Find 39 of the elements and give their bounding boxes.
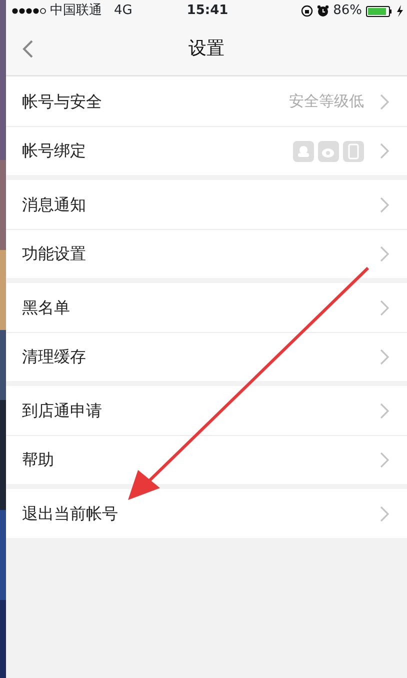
battery-icon xyxy=(366,6,392,16)
settings-row[interactable]: 功能设置 xyxy=(6,229,407,278)
settings-row[interactable]: 消息通知 xyxy=(6,180,407,229)
settings-row[interactable]: 退出当前帐号 xyxy=(6,489,407,538)
chevron-icon xyxy=(380,94,389,110)
phone-icon xyxy=(343,140,364,162)
row-label: 到店通申请 xyxy=(22,400,103,422)
settings-row[interactable]: 帐号与安全 安全等级低 xyxy=(6,77,407,126)
settings-row[interactable]: 黑名单 xyxy=(6,283,407,332)
chevron-icon xyxy=(380,196,389,212)
chevron-icon xyxy=(380,143,389,159)
charging-icon xyxy=(396,5,403,17)
row-label: 帐号绑定 xyxy=(22,140,87,162)
chevron-icon xyxy=(380,452,389,468)
page-title: 设置 xyxy=(188,37,224,61)
battery-percent: 86% xyxy=(333,2,362,20)
alarm-icon xyxy=(317,5,330,17)
chevron-icon xyxy=(380,300,389,316)
row-label: 清理缓存 xyxy=(22,346,87,368)
row-label: 功能设置 xyxy=(22,243,87,265)
settings-row[interactable]: 帐号绑定 xyxy=(6,126,407,175)
back-icon[interactable] xyxy=(22,39,34,59)
row-label: 帐号与安全 xyxy=(22,90,103,112)
signal-icon xyxy=(12,7,46,15)
chevron-icon xyxy=(380,506,389,522)
settings-row[interactable]: 清理缓存 xyxy=(6,332,407,381)
status-time: 15:41 xyxy=(186,2,230,20)
carrier-name: 中国联通 xyxy=(50,2,102,20)
rotation-lock-icon xyxy=(301,5,314,17)
chevron-icon xyxy=(380,349,389,365)
row-label: 黑名单 xyxy=(22,296,71,318)
row-label: 帮助 xyxy=(22,449,55,471)
row-value: 安全等级低 xyxy=(289,91,364,112)
chevron-icon xyxy=(380,402,389,418)
chevron-icon xyxy=(380,246,389,262)
row-label: 消息通知 xyxy=(22,194,87,216)
settings-row[interactable]: 到店通申请 xyxy=(6,386,407,435)
network-type: 4G xyxy=(114,2,132,20)
row-label: 退出当前帐号 xyxy=(22,502,119,524)
